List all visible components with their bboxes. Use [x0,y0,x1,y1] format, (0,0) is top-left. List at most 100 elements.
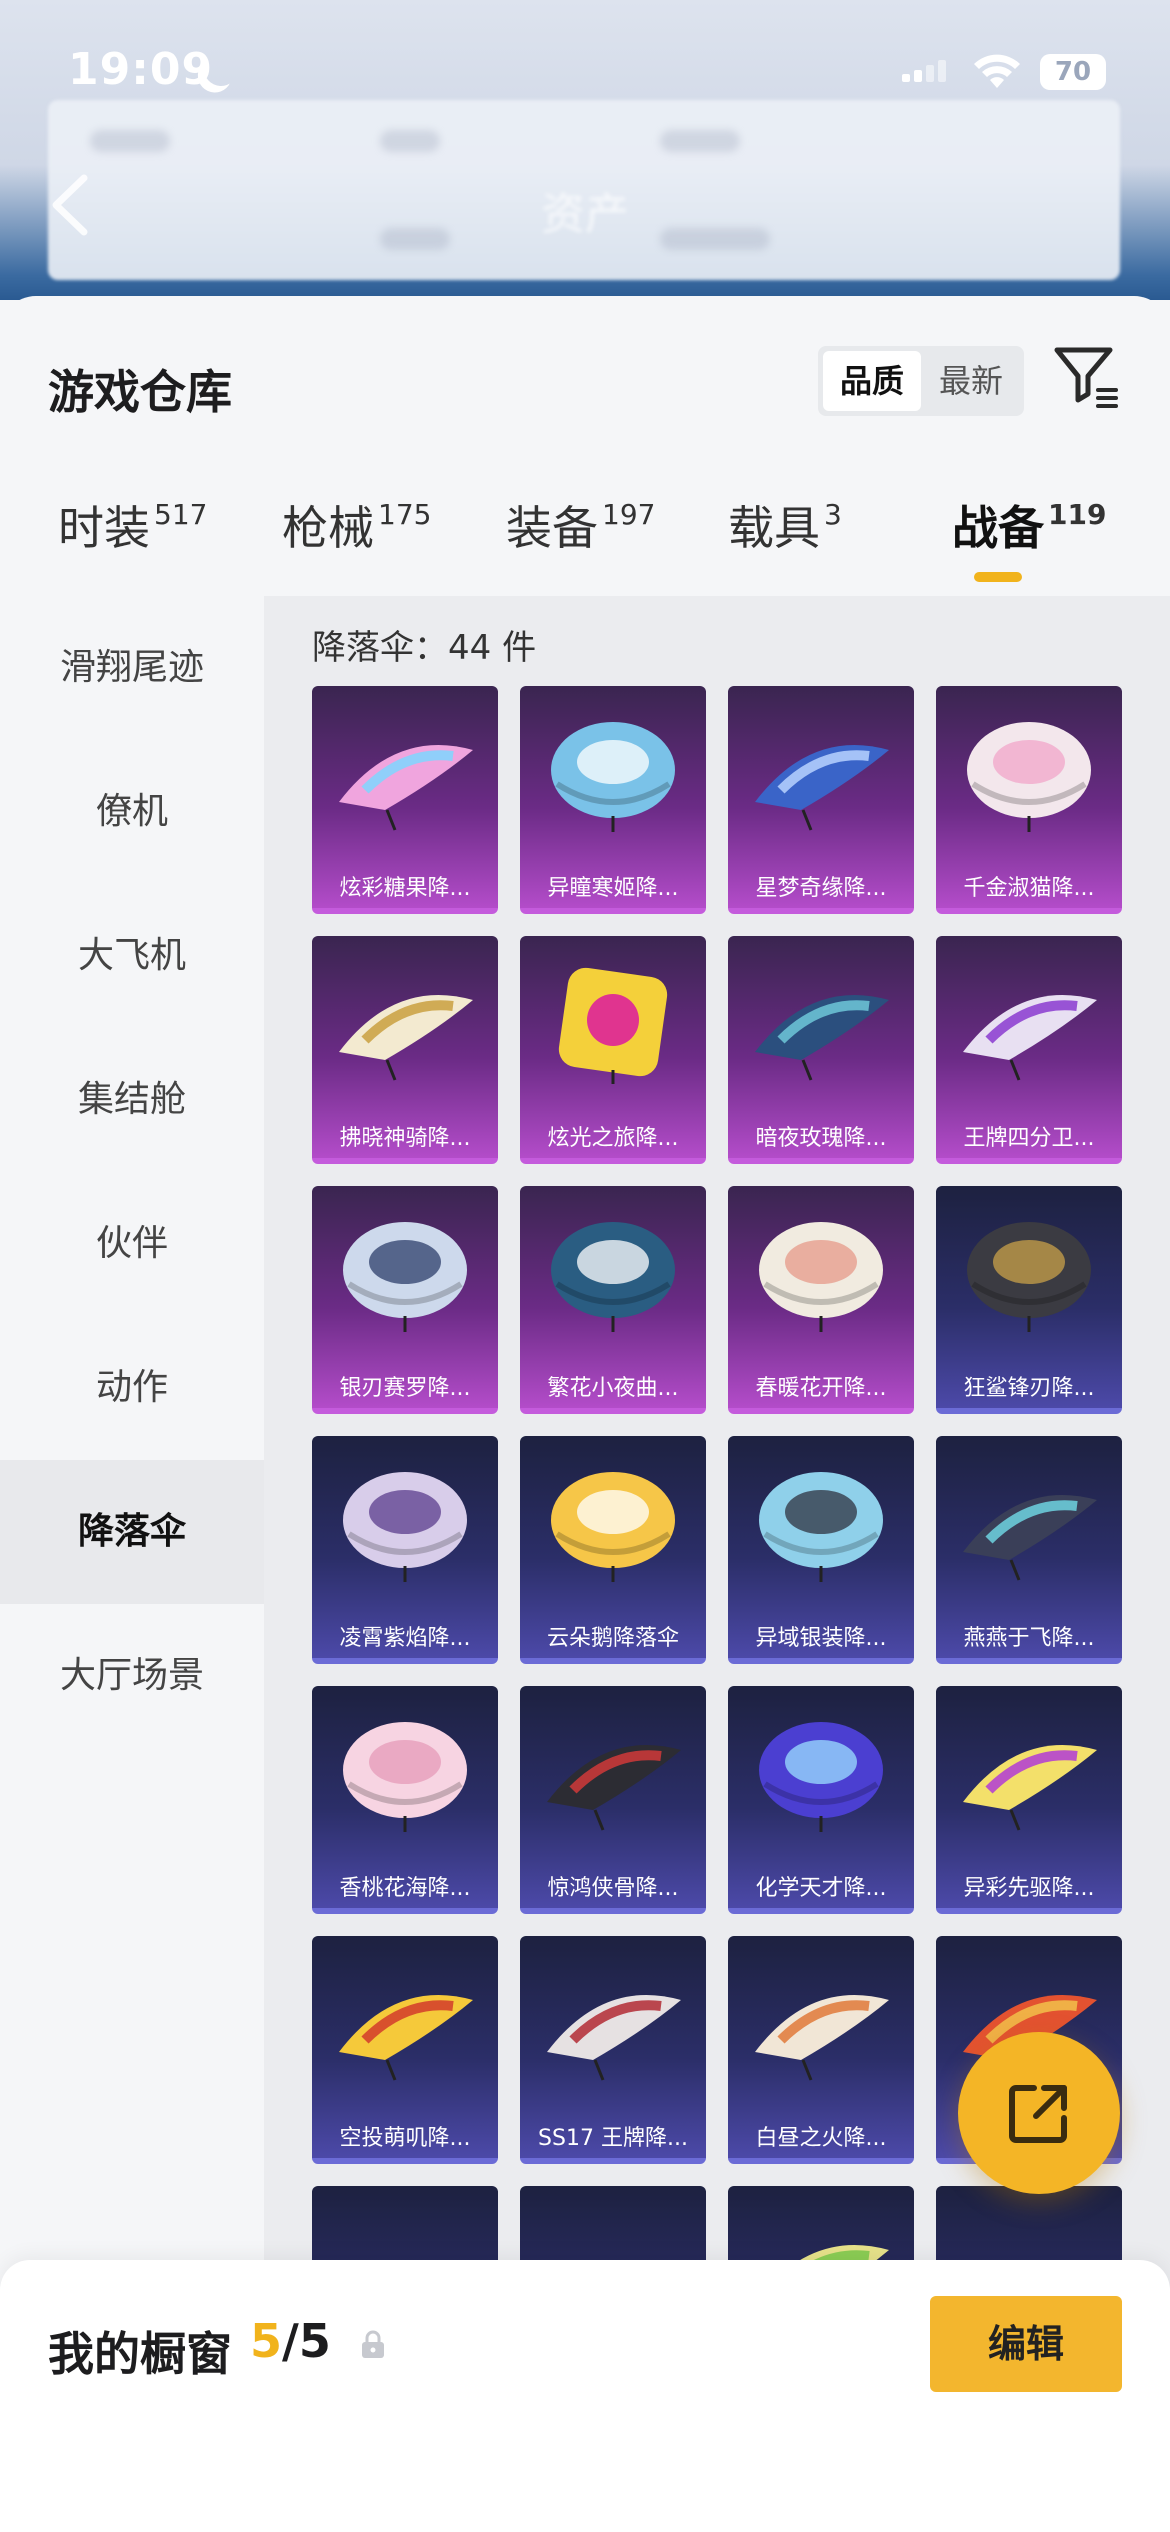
parachute-name: 千金淑猫降... [963,876,1095,901]
parachute-name: 异瞳寒姬降... [547,876,679,901]
sort-option-quality[interactable]: 品质 [823,351,921,411]
parachute-image [547,1994,681,2081]
parachute-image [755,744,889,831]
share-fab[interactable] [958,2032,1120,2194]
parachute-name: 春暖花开降... [755,1376,887,1401]
sort-option-latest[interactable]: 最新 [922,351,1020,411]
parachute-card[interactable]: 白昼之火降... [728,1936,914,2164]
header-title: 资产 [541,189,629,240]
battery-indicator: 70 [1040,54,1106,90]
parachute-card[interactable]: 炫光之旅降... [520,936,706,1164]
parachute-card[interactable]: 异瞳寒姬降... [520,686,706,914]
parachute-name: 云朵鹅降落伞 [546,1626,679,1651]
parachute-image [963,1494,1097,1581]
sidebar-item-emote[interactable]: 动作 [0,1316,264,1460]
share-icon [1009,2085,1067,2143]
parachute-image [551,1472,675,1582]
sidebar-item-companion[interactable]: 伙伴 [0,1172,264,1316]
parachute-name: 炫光之旅降... [547,1126,679,1151]
parachute-image [339,994,473,1081]
parachute-name: 炫彩糖果降... [339,876,471,901]
parachute-name: 香桃花海降... [339,1876,471,1901]
parachute-image [967,722,1091,832]
tab-count: 119 [1048,498,1107,531]
tab-count: 3 [824,498,842,531]
parachute-card[interactable]: 炫彩糖果降... [312,686,498,914]
parachute-image [755,994,889,1081]
sidebar-item-assembly-pod[interactable]: 集结舱 [0,1028,264,1172]
parachute-card[interactable]: 星梦奇缘降... [728,686,914,914]
parachute-card[interactable]: 凌霄紫焰降... [312,1436,498,1664]
lock-icon[interactable] [358,2330,388,2360]
parachute-card[interactable]: 千金淑猫降... [936,686,1122,914]
parachute-image [963,1744,1097,1831]
parachute-card[interactable]: 香桃花海降... [312,1686,498,1914]
parachute-card[interactable]: 王牌四分卫... [936,936,1122,1164]
wifi-icon [974,54,1020,88]
parachute-name: 白昼之火降... [755,2126,887,2151]
tab-fashion[interactable]: 时装 517 [58,492,207,558]
parachute-card[interactable]: 异彩先驱降... [936,1686,1122,1914]
sidebar-item-wingman[interactable]: 僚机 [0,740,264,884]
parachute-image [755,1994,889,2081]
parachute-image [339,1994,473,2081]
parachute-card[interactable]: 暗夜玫瑰降... [728,936,914,1164]
tab-count: 175 [378,498,432,531]
parachute-name: 惊鸿侠骨降... [547,1876,679,1901]
subcategory-sidebar: 滑翔尾迹 僚机 大飞机 集结舱 伙伴 动作 降落伞 大厅场景 [0,596,264,2532]
showcase-count: 5/5 [250,2314,331,2368]
parachute-name: 化学天才降... [755,1876,887,1901]
showcase-total: /5 [282,2314,331,2368]
sidebar-item-parachute[interactable]: 降落伞 [0,1460,264,1604]
parachute-card[interactable]: 春暖花开降... [728,1186,914,1414]
warehouse-panel: 游戏仓库 品质 最新 时装 517 枪械 175 装备 197 载具 3 战备 119 滑… [0,296,1170,2532]
parachute-name: 王牌四分卫... [963,1126,1095,1151]
status-time: 19:09 [68,44,214,95]
parachute-card[interactable]: 繁花小夜曲... [520,1186,706,1414]
tab-weapons[interactable]: 枪械 175 [282,492,431,558]
parachute-image [759,1722,883,1832]
parachute-image [551,1222,675,1332]
edit-button[interactable]: 编辑 [930,2296,1122,2392]
parachute-image [759,1472,883,1582]
parachute-card[interactable]: SS17 王牌降... [520,1936,706,2164]
showcase-label: 我的橱窗 [48,2327,232,2381]
parachute-name: 暗夜玫瑰降... [755,1126,887,1151]
filter-icon[interactable] [1052,342,1122,412]
parachute-card[interactable]: 燕燕于飞降... [936,1436,1122,1664]
header-background: 19:09 70 资产 [0,0,1170,300]
tab-vehicles[interactable]: 载具 3 [728,492,842,558]
parachute-card[interactable]: 异域银装降... [728,1436,914,1664]
parachute-name: 繁花小夜曲... [547,1376,679,1401]
panel-title: 游戏仓库 [48,365,232,419]
parachute-image [558,967,668,1084]
tab-label: 装备 [506,501,598,555]
tab-battle-gear[interactable]: 战备 119 [952,492,1106,558]
showcase-current: 5 [250,2314,283,2368]
parachute-name: 狂鲨锋刃降... [963,1376,1095,1401]
parachute-image [343,1722,467,1832]
parachute-image [967,1222,1091,1332]
parachute-card[interactable]: 惊鸿侠骨降... [520,1686,706,1914]
item-content-area: 降落伞：44 件 炫彩糖果降... 异瞳寒姬降... 星梦奇缘降... 千金淑猫降..… [264,596,1170,2532]
parachute-name: 异彩先驱降... [963,1876,1095,1901]
parachute-card[interactable]: 拂晓神骑降... [312,936,498,1164]
blurred-row [660,130,740,152]
parachute-card[interactable]: 银刃赛罗降... [312,1186,498,1414]
tab-label: 载具 [728,501,820,555]
parachute-name: 燕燕于飞降... [963,1626,1095,1651]
parachute-card[interactable]: 狂鲨锋刃降... [936,1186,1122,1414]
parachute-name: 空投萌叽降... [339,2126,471,2151]
parachute-image [339,744,473,831]
sidebar-item-big-plane[interactable]: 大飞机 [0,884,264,1028]
sidebar-item-lobby-scene[interactable]: 大厅场景 [0,1604,264,1748]
parachute-card[interactable]: 空投萌叽降... [312,1936,498,2164]
tab-count: 517 [154,498,208,531]
parachute-image [963,994,1097,1081]
parachute-card[interactable]: 化学天才降... [728,1686,914,1914]
parachute-card[interactable]: 云朵鹅降落伞 [520,1436,706,1664]
tab-equipment[interactable]: 装备 197 [506,492,655,558]
signal-icon [902,60,946,82]
sidebar-item-glide-trail[interactable]: 滑翔尾迹 [0,596,264,740]
tab-count: 197 [602,498,656,531]
